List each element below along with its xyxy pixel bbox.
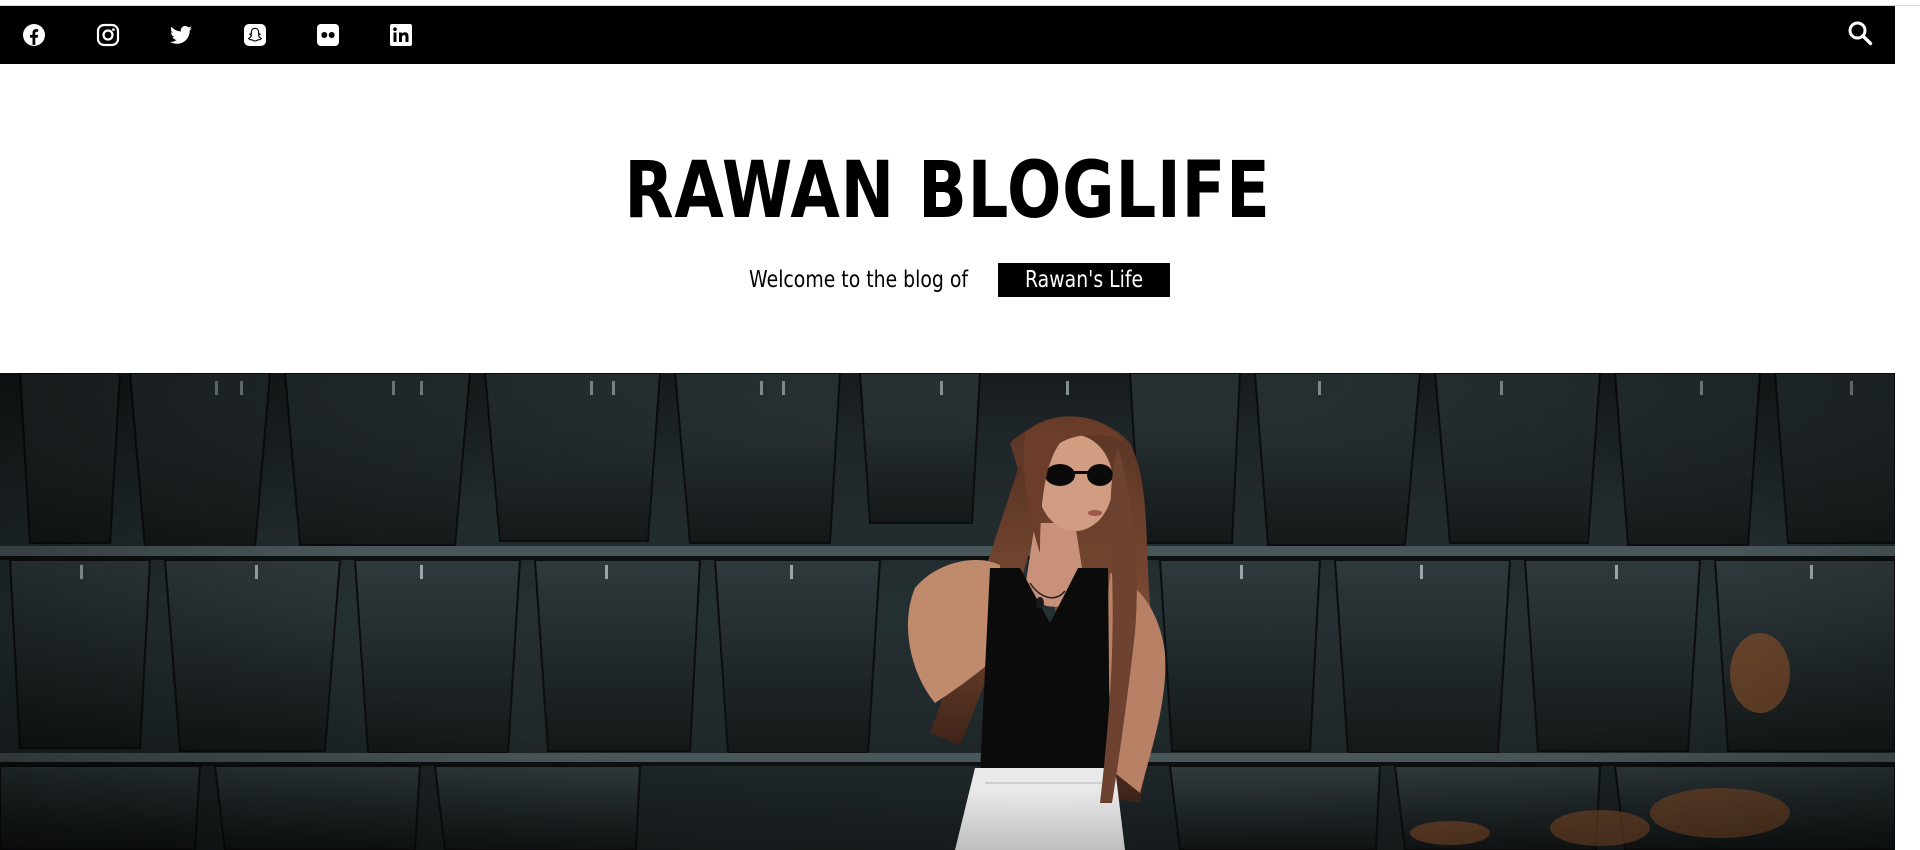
site-branding: RAWAN BLOGLIFE Welcome to the blog of Ra… — [0, 64, 1895, 373]
tagline-highlight: Rawan's Life — [998, 263, 1171, 297]
tagline-highlight-text: Rawan's Life — [1024, 267, 1144, 293]
page-gutter — [1895, 6, 1920, 850]
site-title[interactable]: RAWAN BLOGLIFE — [171, 152, 1725, 230]
linkedin-link[interactable] — [389, 23, 413, 47]
twitter-link[interactable] — [169, 23, 193, 47]
site-tagline: Welcome to the blog of Rawan's Life — [0, 263, 1895, 297]
snapchat-link[interactable] — [243, 23, 267, 47]
flickr-link[interactable] — [316, 23, 340, 47]
snapchat-icon — [244, 24, 266, 46]
top-bar — [0, 6, 1895, 64]
instagram-link[interactable] — [96, 23, 120, 47]
flickr-icon — [317, 24, 339, 46]
search-icon — [1847, 20, 1873, 51]
search-button[interactable] — [1847, 20, 1873, 51]
twitter-icon — [168, 23, 194, 47]
instagram-icon — [96, 23, 120, 47]
hero-photo — [0, 373, 1895, 850]
page: RAWAN BLOGLIFE Welcome to the blog of Ra… — [0, 0, 1920, 850]
tagline-text: Welcome to the blog of — [748, 267, 968, 293]
facebook-link[interactable] — [22, 23, 46, 47]
facebook-icon — [22, 23, 46, 47]
linkedin-icon — [390, 24, 412, 46]
hero-section — [0, 373, 1895, 850]
